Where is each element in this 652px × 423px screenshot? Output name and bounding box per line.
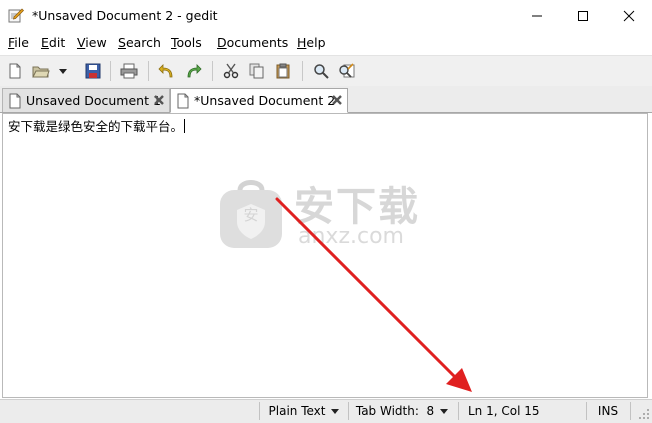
- status-divider: [586, 402, 587, 420]
- editor-content[interactable]: 安下载是绿色安全的下载平台。: [8, 116, 186, 135]
- toolbar: [0, 55, 652, 87]
- document-icon: [9, 93, 21, 108]
- close-icon: [154, 95, 164, 105]
- menu-file[interactable]: File: [8, 35, 29, 50]
- save-button[interactable]: [82, 60, 104, 82]
- tab-width-selector[interactable]: Tab Width: 8: [350, 402, 454, 420]
- chevron-down-icon: [331, 408, 340, 414]
- window-title: *Unsaved Document 2 - gedit: [32, 8, 218, 23]
- tab-unsaved-document-1[interactable]: Unsaved Document 1: [2, 88, 170, 112]
- print-button[interactable]: [118, 60, 140, 82]
- menu-search[interactable]: Search: [118, 35, 161, 50]
- menu-tools[interactable]: Tools: [171, 35, 202, 50]
- menu-documents[interactable]: Documents: [217, 35, 288, 50]
- status-divider: [259, 402, 260, 420]
- toolbar-separator: [110, 61, 111, 81]
- language-selector[interactable]: Plain Text: [262, 402, 346, 420]
- menu-edit[interactable]: Edit: [41, 35, 65, 50]
- copy-button[interactable]: [246, 60, 268, 82]
- tab-unsaved-document-2[interactable]: *Unsaved Document 2: [170, 88, 348, 113]
- cut-icon: [223, 63, 239, 79]
- cut-button[interactable]: [220, 60, 242, 82]
- new-document-button[interactable]: [4, 60, 26, 82]
- tab-close-button[interactable]: [331, 94, 343, 106]
- tab-close-button[interactable]: [153, 94, 165, 106]
- toolbar-separator: [212, 61, 213, 81]
- menu-view[interactable]: View: [77, 35, 107, 50]
- chevron-down-icon: [440, 408, 449, 414]
- document-icon: [177, 93, 189, 108]
- status-bar: Plain Text Tab Width: 8 Ln 1, Col 15 INS: [0, 399, 652, 423]
- open-folder-icon: [32, 66, 50, 78]
- maximize-button[interactable]: [560, 0, 606, 32]
- open-recent-dropdown[interactable]: [56, 60, 70, 82]
- open-dropdown-icon: [59, 69, 67, 74]
- insert-mode-indicator: INS: [597, 404, 619, 418]
- tab-width-label: Tab Width: 8: [355, 404, 435, 418]
- paste-button[interactable]: [272, 60, 294, 82]
- menu-help[interactable]: Help: [297, 35, 326, 50]
- copy-icon: [249, 63, 264, 79]
- toolbar-separator: [302, 61, 303, 81]
- find-replace-icon: [339, 63, 355, 78]
- find-button[interactable]: [310, 60, 332, 82]
- document-tab-bar: Unsaved Document 1 *Unsaved Document 2: [0, 86, 652, 113]
- find-replace-button[interactable]: [336, 60, 358, 82]
- language-label: Plain Text: [268, 404, 326, 418]
- cursor-position: Ln 1, Col 15: [468, 404, 540, 418]
- menu-bar: File Edit View Search Tools Documents He…: [0, 32, 652, 54]
- watermark-domain: anxz.com: [298, 224, 404, 249]
- open-button[interactable]: [30, 60, 52, 82]
- tab-label: Unsaved Document 1: [26, 93, 161, 108]
- print-icon: [120, 63, 138, 79]
- new-document-icon: [9, 63, 21, 79]
- close-button[interactable]: [606, 0, 652, 32]
- watermark: 安 安下载 anxz.com: [218, 176, 458, 256]
- close-icon: [623, 10, 635, 22]
- resize-grip-icon[interactable]: [638, 408, 650, 420]
- watermark-badge-char: 安: [243, 206, 259, 224]
- minimize-button[interactable]: [514, 0, 560, 32]
- undo-button[interactable]: [156, 60, 178, 82]
- text-caret: [184, 119, 186, 133]
- close-icon: [332, 95, 342, 105]
- paste-icon: [276, 63, 290, 79]
- find-icon: [314, 64, 329, 79]
- undo-icon: [158, 64, 173, 78]
- minimize-icon: [532, 15, 542, 17]
- maximize-icon: [578, 11, 588, 21]
- status-divider: [630, 402, 631, 420]
- tab-label: *Unsaved Document 2: [194, 93, 336, 108]
- redo-icon: [187, 64, 202, 78]
- gedit-app-icon[interactable]: [8, 7, 24, 23]
- status-divider: [458, 402, 459, 420]
- save-icon: [85, 63, 101, 79]
- title-bar: *Unsaved Document 2 - gedit: [0, 0, 652, 32]
- redo-button[interactable]: [182, 60, 204, 82]
- status-divider: [348, 402, 349, 420]
- toolbar-separator: [148, 61, 149, 81]
